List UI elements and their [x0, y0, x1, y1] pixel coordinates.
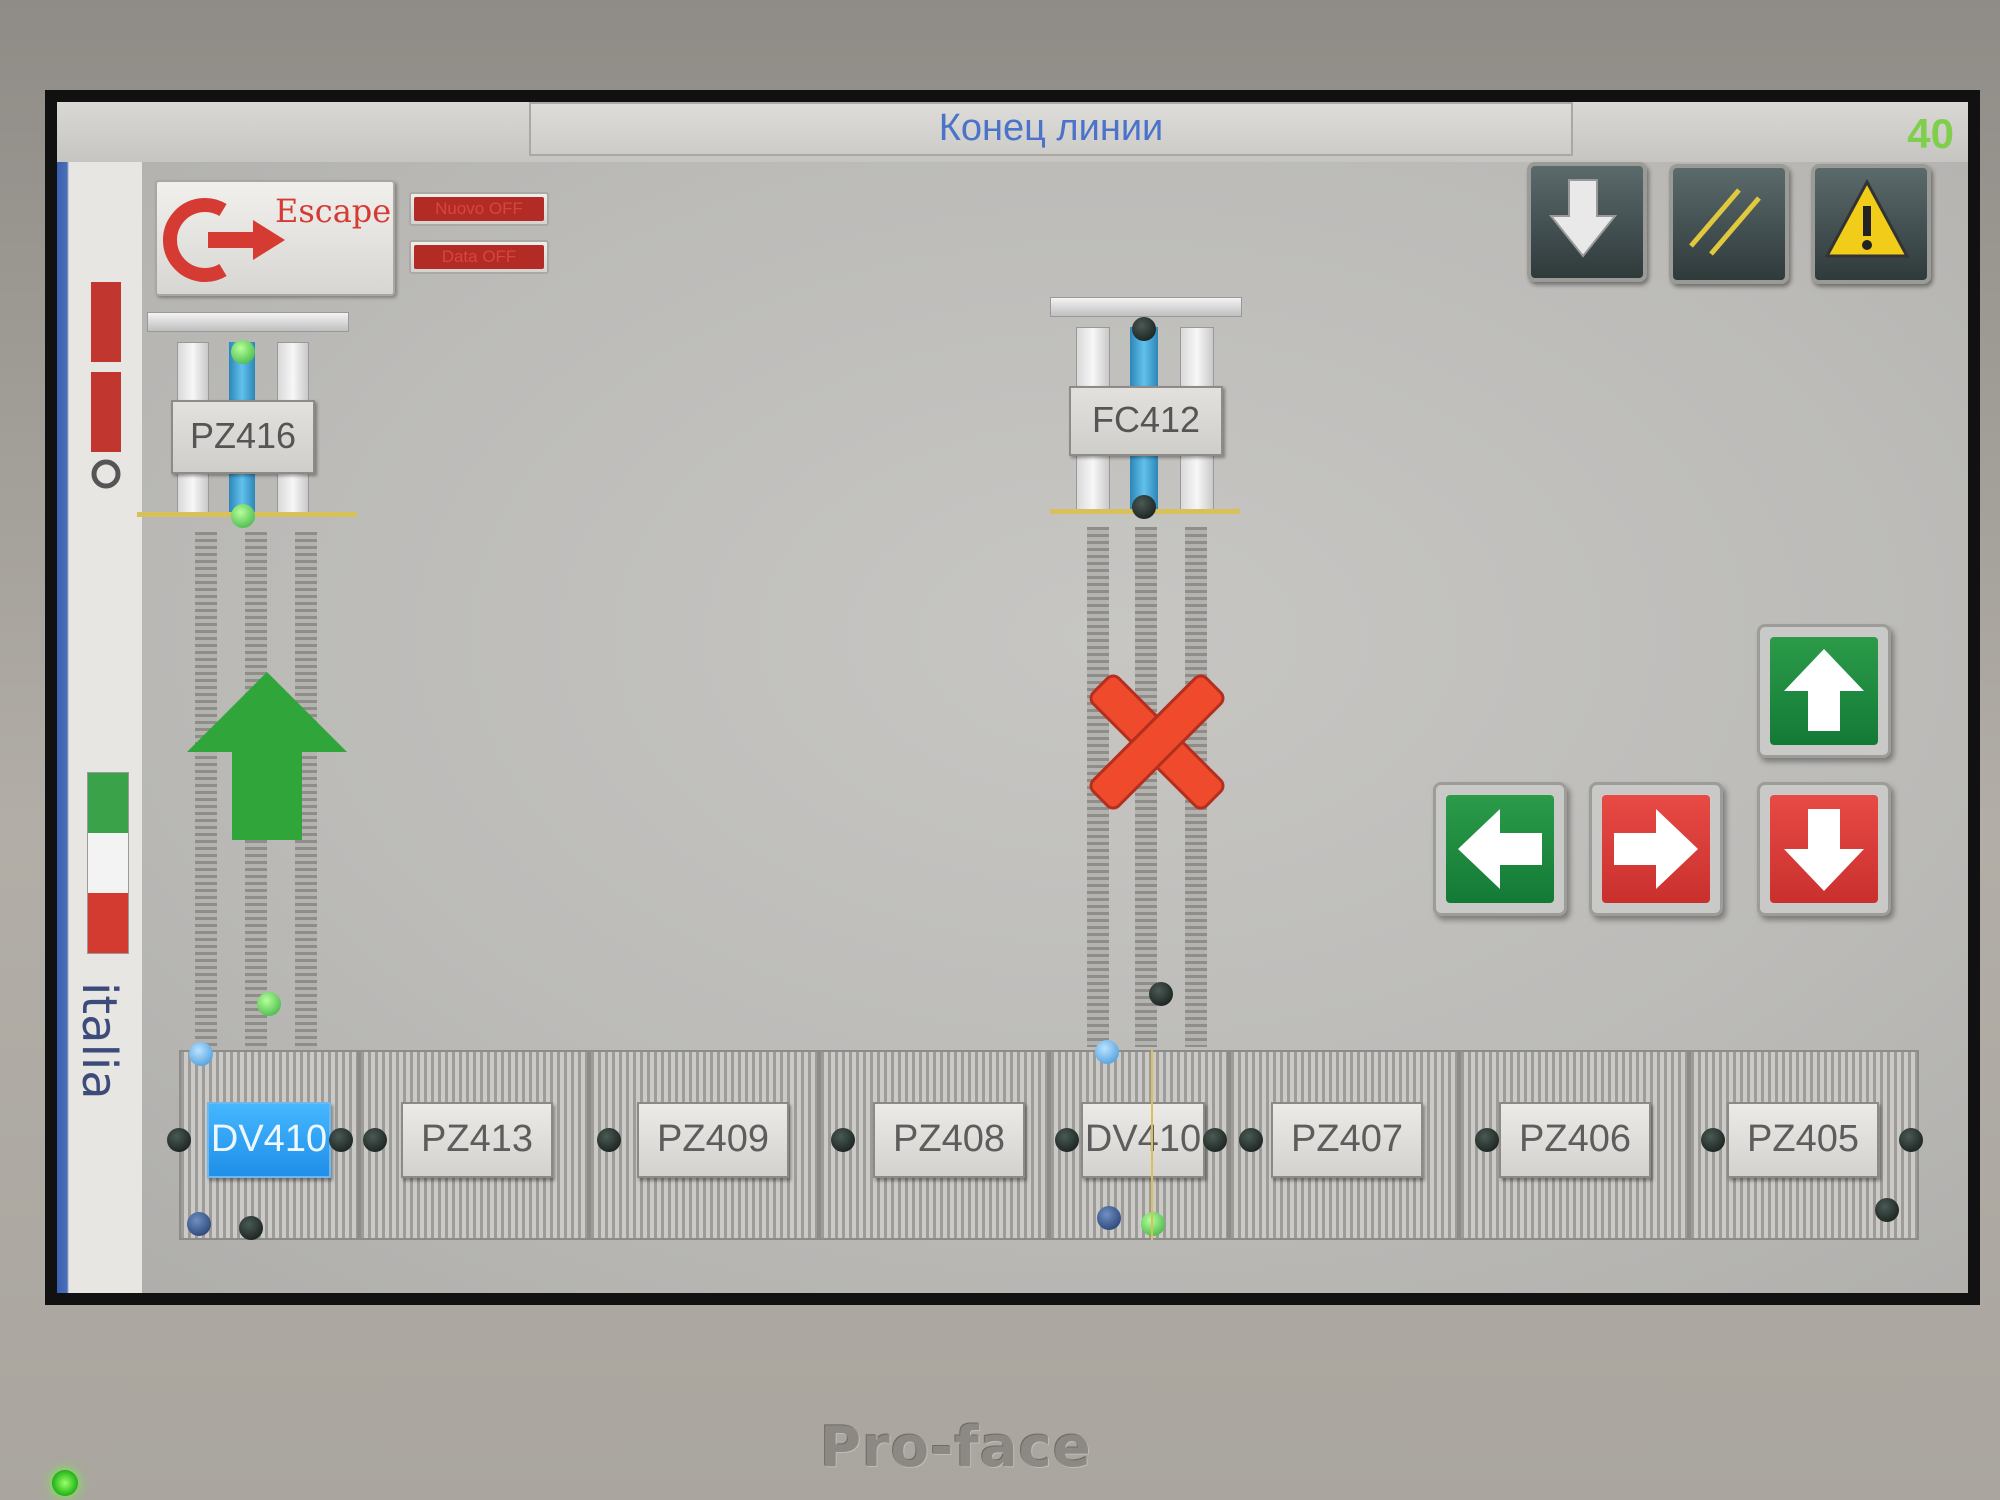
sensor-led [231, 340, 255, 364]
arrow-up-icon [187, 672, 347, 840]
sensor-led [1132, 495, 1156, 519]
sensor-led [329, 1128, 353, 1152]
sensor-led [1875, 1198, 1899, 1222]
sensor-led [1132, 317, 1156, 341]
arrow-left-icon [1458, 809, 1542, 889]
escape-icon [163, 198, 285, 282]
segment-pz406[interactable]: PZ406 [1499, 1102, 1651, 1178]
warning-button[interactable] [1811, 164, 1931, 284]
move-up-button[interactable] [1757, 624, 1891, 758]
sensor-led [597, 1128, 621, 1152]
segment-dv410-left[interactable]: DV410 [207, 1102, 331, 1178]
divider-line [1151, 1050, 1153, 1240]
segment-pz409[interactable]: PZ409 [637, 1102, 789, 1178]
warning-icon [1824, 178, 1910, 258]
hmi-screen: Конец линии 40 italia Escape Nuovo OFF D… [45, 90, 1980, 1305]
segment-pz413[interactable]: PZ413 [401, 1102, 553, 1178]
hmi-display: Конец линии 40 italia Escape Nuovo OFF D… [57, 102, 1968, 1293]
segment-pz407[interactable]: PZ407 [1271, 1102, 1423, 1178]
escape-label: Escape [275, 192, 392, 230]
segment-dv410-right[interactable]: DV410 [1081, 1102, 1205, 1178]
sensor-led [257, 992, 281, 1016]
arrow-down-icon [1784, 809, 1864, 891]
nuovo-off-button[interactable]: Nuovo OFF [409, 192, 549, 226]
move-right-button[interactable] [1589, 782, 1723, 916]
download-button[interactable] [1527, 162, 1647, 282]
data-off-label: Data OFF [414, 245, 544, 269]
sensor-led [1095, 1040, 1119, 1064]
italy-flag-icon [87, 772, 129, 954]
arrow-down-icon [1548, 179, 1618, 258]
conveyor-line: DV410 PZ413 PZ409 PZ408 DV410 PZ407 PZ40… [167, 1040, 1959, 1240]
sensor-led [831, 1128, 855, 1152]
sensor-led [1475, 1128, 1499, 1152]
escape-button[interactable]: Escape [155, 180, 395, 296]
page-number: 40 [1907, 110, 1954, 157]
move-left-button[interactable] [1433, 782, 1567, 916]
brand-strip: italia [57, 162, 142, 1293]
sensor-led [187, 1212, 211, 1236]
sensor-led [189, 1042, 213, 1066]
sensor-led [1899, 1128, 1923, 1152]
segment-pz405[interactable]: PZ405 [1727, 1102, 1879, 1178]
sensor-led [167, 1128, 191, 1152]
sensor-led [1701, 1128, 1725, 1152]
slash-button[interactable] [1669, 164, 1789, 284]
sensor-led [1055, 1128, 1079, 1152]
slash-lines-icon [1689, 188, 1761, 256]
station-pz416[interactable]: PZ416 [171, 400, 315, 474]
sensor-led [1141, 1212, 1165, 1236]
nuovo-off-label: Nuovo OFF [414, 197, 544, 221]
pro-face-brand: Pro-face [820, 1415, 1092, 1480]
arrow-right-icon [1614, 809, 1698, 889]
sensor-led [231, 504, 255, 528]
sensor-led [1149, 982, 1173, 1006]
para-logo-icon [91, 282, 121, 489]
move-down-button[interactable] [1757, 782, 1891, 916]
power-led-icon [52, 1470, 78, 1496]
title-bar: Конец линии 40 [57, 102, 1968, 162]
page-title: Конец линии [529, 102, 1573, 156]
sensor-led [239, 1216, 263, 1240]
data-off-button[interactable]: Data OFF [409, 240, 549, 274]
italia-label: italia [71, 982, 127, 1100]
sensor-led [363, 1128, 387, 1152]
arrow-up-icon [1784, 649, 1864, 731]
station-fc412[interactable]: FC412 [1069, 386, 1223, 456]
para-logo [81, 252, 131, 492]
x-cross-icon [1089, 674, 1225, 810]
sensor-led [1203, 1128, 1227, 1152]
sensor-led [1239, 1128, 1263, 1152]
sensor-led [1097, 1206, 1121, 1230]
segment-pz408[interactable]: PZ408 [873, 1102, 1025, 1178]
